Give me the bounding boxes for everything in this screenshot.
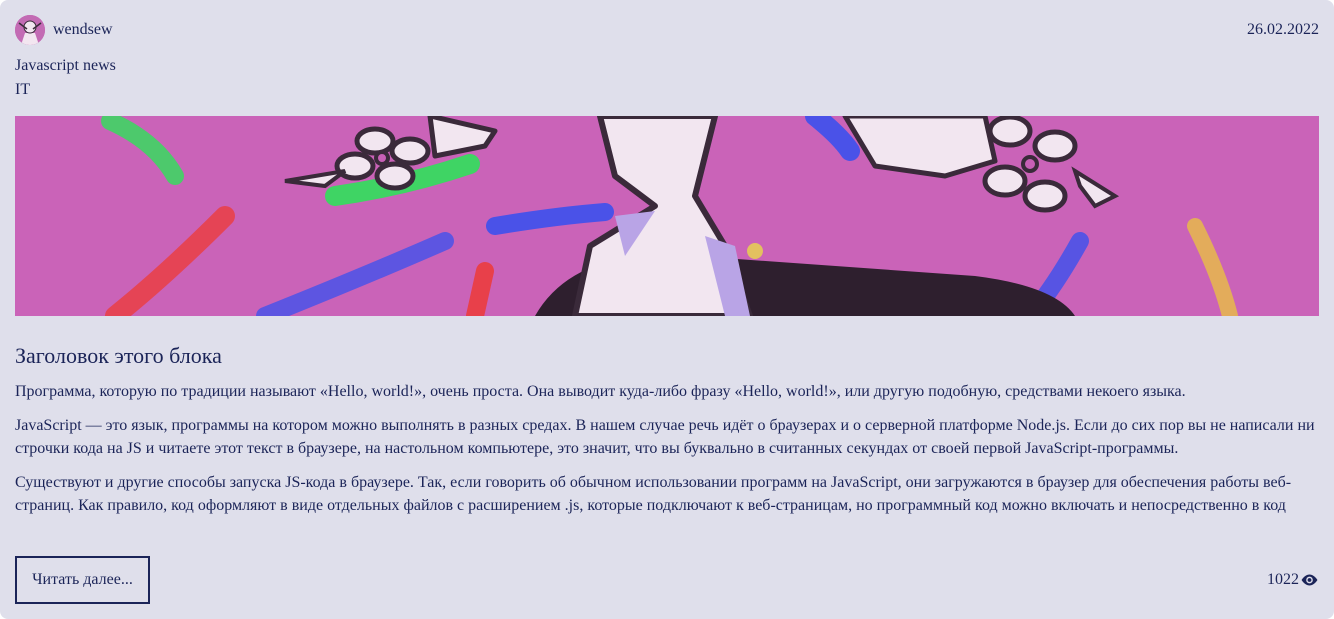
post-banner-image xyxy=(15,116,1319,316)
post-subtitle: Javascript news xyxy=(15,57,116,74)
post-date: 26.02.2022 xyxy=(1247,21,1319,38)
eye-icon xyxy=(1300,573,1319,587)
avatar[interactable] xyxy=(15,15,45,45)
post-paragraph: Программа, которую по традиции называют … xyxy=(15,383,1186,400)
post-heading: Заголовок этого блока xyxy=(15,343,222,368)
post-footer: Читать далее... 1022 xyxy=(15,556,1319,604)
post-paragraph: Существуют и другие способы запуска JS-к… xyxy=(15,473,1292,515)
views-counter: 1022 xyxy=(1267,571,1319,589)
post-meta: Javascript news IT xyxy=(15,54,1319,102)
post-card: wendsew 26.02.2022 Javascript news IT За… xyxy=(0,0,1334,619)
post-paragraph: JavaScript — это язык, программы на кото… xyxy=(15,416,1315,458)
post-header: wendsew 26.02.2022 xyxy=(15,15,1319,45)
author-name[interactable]: wendsew xyxy=(53,21,113,39)
post-category[interactable]: IT xyxy=(15,78,1319,102)
avatar-image xyxy=(15,15,45,45)
author-block[interactable]: wendsew xyxy=(15,15,113,45)
read-more-button[interactable]: Читать далее... xyxy=(15,556,150,604)
views-count: 1022 xyxy=(1267,571,1299,588)
